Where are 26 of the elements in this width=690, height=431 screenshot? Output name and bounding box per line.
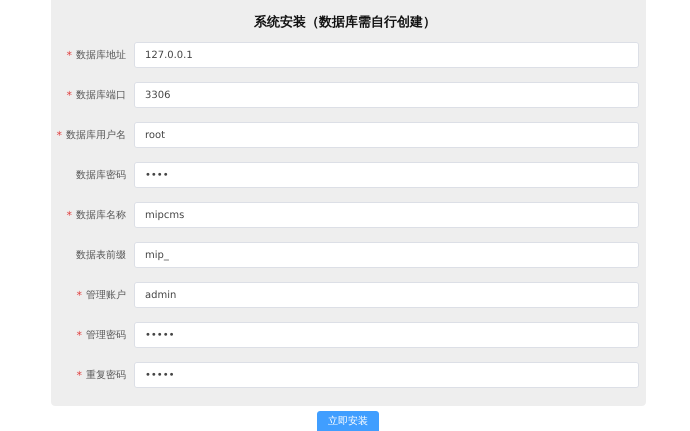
- input-field[interactable]: mip_: [134, 242, 639, 268]
- required-asterisk: *: [76, 328, 82, 342]
- required-asterisk: *: [76, 288, 82, 302]
- required-asterisk: *: [56, 128, 62, 142]
- field-label: 管理账户: [86, 288, 126, 302]
- required-asterisk: *: [66, 208, 72, 222]
- input-field[interactable]: admin: [134, 282, 639, 308]
- input-field[interactable]: 127.0.0.1: [134, 42, 639, 68]
- required-asterisk: *: [66, 48, 72, 62]
- input-field[interactable]: 3306: [134, 82, 639, 108]
- input-field[interactable]: •••••: [134, 322, 639, 348]
- input-field[interactable]: ••••: [134, 162, 639, 188]
- input-field[interactable]: root: [134, 122, 639, 148]
- field-label: 管理密码: [86, 328, 126, 342]
- required-asterisk: *: [66, 88, 72, 102]
- required-asterisk: *: [76, 368, 82, 382]
- form-title: 系统安装（数据库需自行创建）: [253, 14, 437, 32]
- field-label: 数据表前缀: [76, 248, 126, 262]
- field-label: 数据库用户名: [66, 128, 126, 142]
- field-label: 数据库名称: [76, 208, 126, 222]
- field-label: 数据库地址: [76, 48, 126, 62]
- input-field[interactable]: •••••: [134, 362, 639, 388]
- field-label: 数据库密码: [76, 168, 126, 182]
- field-label: 重复密码: [86, 368, 126, 382]
- input-field[interactable]: mipcms: [134, 202, 639, 228]
- field-label: 数据库端口: [76, 88, 126, 102]
